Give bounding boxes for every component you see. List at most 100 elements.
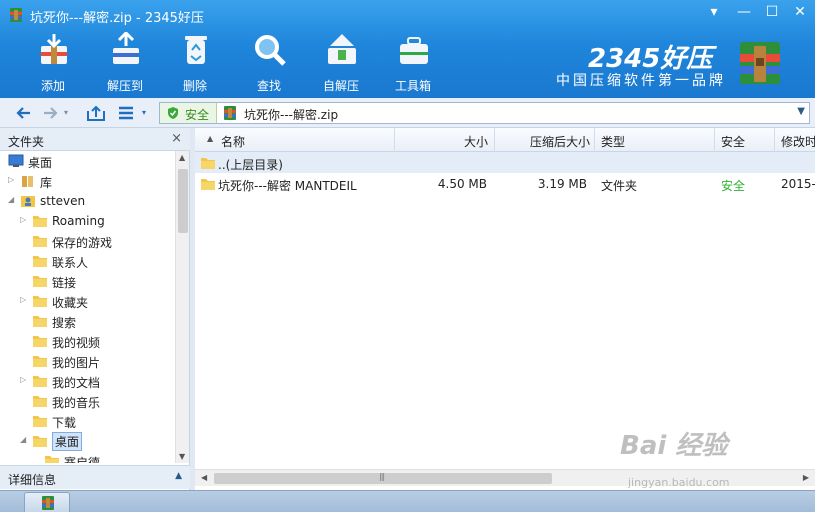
scroll-right-icon[interactable]: ▶	[803, 473, 809, 482]
up-folder-icon[interactable]	[86, 103, 106, 123]
chevron-up-icon[interactable]: ▲	[175, 471, 182, 481]
column-type[interactable]: 类型	[595, 128, 715, 152]
folder-icon	[201, 179, 215, 190]
tree-item[interactable]: 我的视频	[0, 331, 175, 351]
column-modified[interactable]: 修改时	[775, 128, 815, 152]
sort-asc-icon: ▲	[207, 134, 214, 143]
delete-label: 删除	[182, 79, 207, 93]
folder-icon	[33, 436, 47, 447]
tree-item[interactable]: 搜索	[0, 311, 175, 331]
window-menu-button[interactable]: ▾	[700, 2, 728, 24]
tree-item[interactable]: 保存的游戏	[0, 231, 175, 251]
tree-item-label: 搜索	[52, 316, 77, 330]
column-name[interactable]: ▲ 名称	[195, 128, 395, 152]
column-header: ▲ 名称 大小 压缩后大小 类型 安全 修改时	[195, 128, 815, 152]
table-row[interactable]: 坑死你---解密 MANTDEIL 4.50 MB 3.19 MB 文件夹 安全…	[195, 173, 815, 194]
view-list-icon[interactable]	[116, 103, 136, 123]
expanded-arrow-icon[interactable]: ◢	[20, 435, 30, 445]
title-bar: 坑死你---解密.zip - 2345好压 ▾ — ☐ ✕	[0, 0, 815, 30]
tree-item-label: stteven	[40, 194, 86, 208]
folder-icon	[33, 316, 47, 327]
folder-icon	[33, 376, 47, 387]
add-label: 添加	[40, 79, 65, 93]
tree-item[interactable]: ▷ 我的文档	[0, 371, 175, 391]
scroll-up-icon[interactable]: ▲	[179, 153, 185, 162]
folder-icon	[33, 216, 47, 227]
find-button[interactable]: 查找	[240, 32, 298, 94]
collapsed-arrow-icon[interactable]: ▷	[20, 295, 30, 305]
self-extract-button[interactable]: 自解压	[312, 32, 370, 94]
tree-item[interactable]: 赛启德	[0, 451, 175, 463]
folder-icon	[33, 356, 47, 367]
brand-archive-icon	[740, 42, 780, 84]
maximize-button[interactable]: ☐	[758, 2, 786, 24]
watermark: Bai 经验	[620, 431, 728, 461]
folder-pane-close-icon[interactable]: ×	[171, 131, 182, 146]
close-button[interactable]: ✕	[786, 2, 814, 24]
expanded-arrow-icon[interactable]: ◢	[8, 195, 18, 205]
tree-item-label: 我的文档	[52, 376, 101, 390]
extract-to-button[interactable]: 解压到	[96, 32, 154, 94]
path-dropdown-icon[interactable]: ▼	[797, 106, 805, 117]
column-packed-size[interactable]: 压缩后大小	[495, 128, 595, 152]
column-size[interactable]: 大小	[395, 128, 495, 152]
details-bar[interactable]: 详细信息 ▲	[0, 465, 190, 489]
recycle-bin-icon	[185, 36, 207, 64]
column-name-label: 名称	[221, 135, 246, 149]
column-security[interactable]: 安全	[715, 128, 775, 152]
column-security-label: 安全	[721, 135, 746, 149]
security-badge[interactable]: 安全	[160, 103, 217, 123]
file-size: 4.50 MB	[437, 177, 487, 191]
folder-tree: 桌面 ▷ 库 ◢ stteven ▷ Roaming 保存的游戏 联系人 链接 ▷ 收藏夹 搜索 我的视频…	[0, 151, 175, 463]
tree-item-label: 下载	[52, 416, 77, 430]
scroll-left-icon[interactable]: ◀	[201, 473, 207, 482]
tree-item[interactable]: 下载	[0, 411, 175, 431]
tree-item[interactable]: 链接	[0, 271, 175, 291]
add-button[interactable]: 添加	[24, 32, 82, 94]
parent-directory-label: ..(上层目录)	[218, 158, 283, 172]
self-extract-label: 自解压	[322, 79, 359, 93]
window-title: 坑死你---解密.zip - 2345好压	[30, 11, 204, 26]
hscroll-grip: |||	[379, 472, 385, 481]
path-field[interactable]: 安全 坑死你---解密.zip ▼	[159, 102, 810, 124]
tree-item[interactable]: ◢ 桌面	[0, 431, 175, 451]
back-arrow-icon[interactable]	[14, 103, 34, 123]
file-security-status: 安全	[721, 179, 746, 193]
tree-item[interactable]: 联系人	[0, 251, 175, 271]
extract-to-label: 解压到	[106, 79, 143, 93]
tree-item[interactable]: ▷ 库	[0, 171, 175, 191]
extract-icon	[113, 32, 139, 64]
delete-button[interactable]: 删除	[166, 32, 224, 94]
scroll-thumb[interactable]	[178, 169, 188, 233]
tree-item[interactable]: ◢ stteven	[0, 191, 175, 211]
taskbar-app-button[interactable]	[24, 492, 70, 512]
folder-icon	[33, 256, 47, 267]
tree-item[interactable]: 我的音乐	[0, 391, 175, 411]
file-modified: 2015-	[781, 177, 815, 191]
history-dropdown-icon[interactable]: ▾	[64, 108, 84, 128]
parent-directory-row[interactable]: ..(上层目录)	[195, 152, 815, 173]
collapsed-arrow-icon[interactable]: ▷	[20, 215, 30, 225]
collapsed-arrow-icon[interactable]: ▷	[20, 375, 30, 385]
tree-item-label: Roaming	[52, 214, 105, 228]
security-label: 安全	[185, 108, 210, 122]
watermark-url: jingyan.baidu.com	[628, 476, 730, 489]
column-type-label: 类型	[601, 135, 626, 149]
column-size-label: 大小	[463, 135, 488, 149]
scroll-down-icon[interactable]: ▼	[179, 452, 185, 461]
tree-item[interactable]: ▷ Roaming	[0, 211, 175, 231]
folder-tree-scrollbar[interactable]: ▲ ▼	[175, 151, 189, 463]
file-name: 坑死你---解密 MANTDEIL	[218, 179, 357, 193]
forward-arrow-icon[interactable]	[40, 103, 60, 123]
file-type: 文件夹	[601, 179, 638, 193]
tree-item[interactable]: 我的图片	[0, 351, 175, 371]
tree-item-label: 库	[40, 176, 53, 190]
tree-item[interactable]: ▷ 收藏夹	[0, 291, 175, 311]
collapsed-arrow-icon[interactable]: ▷	[8, 175, 18, 185]
library-icon	[22, 176, 33, 187]
tree-item[interactable]: 桌面	[0, 151, 175, 171]
tree-item-label: 桌面	[52, 432, 83, 451]
taskbar	[0, 490, 815, 512]
minimize-button[interactable]: —	[730, 2, 758, 24]
toolbox-button[interactable]: 工具箱	[384, 32, 442, 94]
